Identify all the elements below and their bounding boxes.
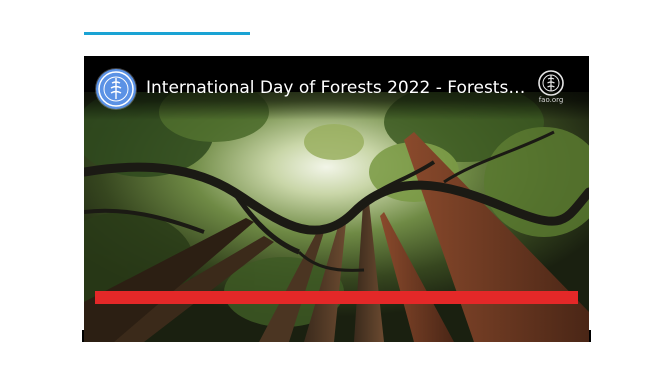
brand-url[interactable]: fao.org: [532, 96, 570, 105]
video-title[interactable]: International Day of Forests 2022 - Fore…: [146, 76, 526, 100]
video-thumbnail[interactable]: [84, 92, 589, 342]
red-banner-bar: [95, 291, 578, 304]
fao-logo-icon[interactable]: [96, 69, 136, 109]
video-title-bar: International Day of Forests 2022 - Fore…: [84, 56, 589, 120]
fao-emblem-icon[interactable]: [536, 68, 566, 98]
accent-divider-line: [84, 32, 250, 35]
embedded-video-player[interactable]: International Day of Forests 2022 - Fore…: [84, 56, 589, 342]
